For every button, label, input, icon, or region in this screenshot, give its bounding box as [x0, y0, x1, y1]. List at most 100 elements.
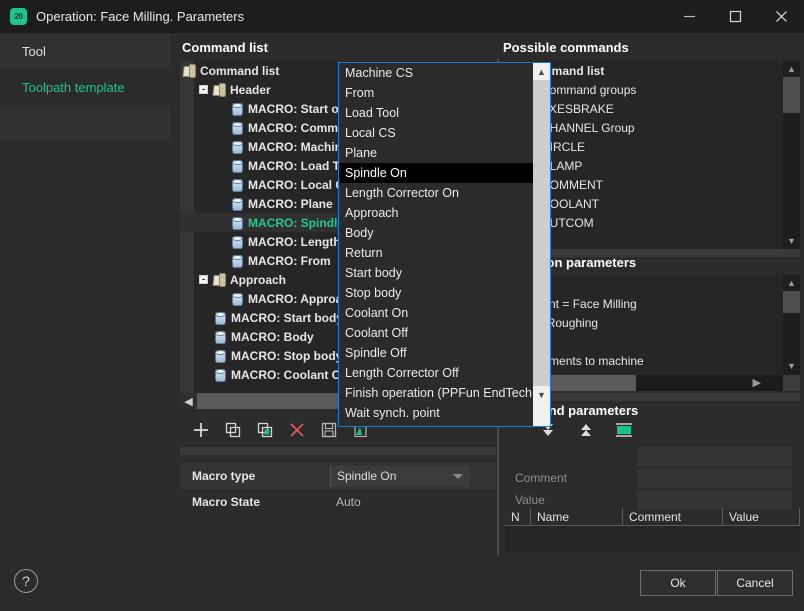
- dropdown-options: Machine CSFromLoad ToolLocal CSPlaneSpin…: [339, 63, 535, 426]
- scroll-up-icon[interactable]: ▲: [533, 63, 550, 80]
- param-value-label: Value: [501, 493, 637, 507]
- table-body[interactable]: [505, 526, 800, 552]
- dropdown-option[interactable]: Wait synch. point: [339, 403, 535, 423]
- parameters-table: NNameCommentValue: [505, 508, 800, 553]
- possible-command-label: Command groups: [541, 83, 636, 97]
- dropdown-option[interactable]: Length Corrector Off: [339, 363, 535, 383]
- expander-icon[interactable]: -: [199, 275, 208, 284]
- dropdown-option[interactable]: Stop body: [339, 283, 535, 303]
- tree-item-label: MACRO: Body: [231, 330, 314, 344]
- expander-icon[interactable]: -: [199, 85, 208, 94]
- macro-type-dropdown[interactable]: Machine CSFromLoad ToolLocal CSPlaneSpin…: [338, 62, 551, 427]
- ok-button[interactable]: Ok: [640, 570, 716, 596]
- scroll-thumb[interactable]: [533, 80, 550, 386]
- tree-item-label: MACRO: Coolant Off: [231, 368, 349, 382]
- scroll-up-icon[interactable]: ▲: [783, 61, 800, 77]
- tree-item-label: Command list: [200, 64, 279, 78]
- scroll-down-icon[interactable]: ▼: [783, 358, 800, 374]
- scroll-track[interactable]: ▶: [636, 375, 783, 391]
- scroll-thumb[interactable]: [783, 291, 800, 313]
- scroll-down-icon[interactable]: ▼: [533, 386, 550, 403]
- scroll-icon: [212, 273, 225, 286]
- table-column-header[interactable]: Name: [531, 508, 623, 525]
- dropdown-option[interactable]: Start body: [339, 263, 535, 283]
- macro-icon: [230, 178, 242, 191]
- macro-icon: [213, 330, 225, 343]
- scroll-thumb[interactable]: [783, 77, 800, 113]
- window-controls: [666, 0, 804, 33]
- tree-item-label: Header: [230, 83, 271, 97]
- param-row-name: [501, 445, 800, 467]
- paste-icon[interactable]: [252, 418, 278, 442]
- tree-item-label: MACRO: Plane: [248, 197, 333, 211]
- scroll-track[interactable]: [783, 313, 800, 358]
- move-up-icon[interactable]: [573, 418, 599, 442]
- param-value-input[interactable]: [637, 491, 792, 510]
- dropdown-option[interactable]: Body: [339, 223, 535, 243]
- close-icon[interactable]: [758, 0, 804, 33]
- dropdown-option[interactable]: From: [339, 83, 535, 103]
- scroll-icon: [182, 64, 195, 77]
- macro-icon: [230, 102, 242, 115]
- add-icon[interactable]: [188, 418, 214, 442]
- tree-item-label: MACRO: Local CS: [248, 178, 352, 192]
- macro-type-label: Macro type: [180, 469, 330, 483]
- macro-icon: [230, 159, 242, 172]
- copy-icon[interactable]: [220, 418, 246, 442]
- delete-icon[interactable]: [284, 418, 310, 442]
- macro-icon: [230, 254, 242, 267]
- possible-commands-vscrollbar[interactable]: ▲ ▼: [783, 61, 800, 249]
- dropdown-option[interactable]: Coolant Off: [339, 323, 535, 343]
- param-name-input[interactable]: [637, 447, 792, 466]
- scroll-left-icon[interactable]: ◀: [180, 393, 197, 409]
- scroll-icon: [212, 83, 225, 96]
- possible-command-label: AXESBRAKE: [541, 102, 614, 116]
- cancel-button[interactable]: Cancel: [717, 570, 793, 596]
- table-column-header[interactable]: Comment: [623, 508, 723, 525]
- dropdown-option[interactable]: Machine CS: [339, 63, 535, 83]
- tree-item-label: MACRO: Stop body: [231, 349, 342, 363]
- param-comment-input[interactable]: [637, 469, 792, 488]
- tree-item-label: MACRO: Start body: [231, 311, 343, 325]
- macro-state-row: Macro State Auto: [180, 489, 496, 515]
- table-column-header[interactable]: Value: [723, 508, 800, 525]
- dropdown-option[interactable]: Load Tool: [339, 103, 535, 123]
- dropdown-option[interactable]: Spindle Off: [339, 343, 535, 363]
- macro-state-label: Macro State: [180, 495, 330, 509]
- possible-commands-title: Possible commands: [501, 33, 804, 61]
- scroll-up-icon[interactable]: ▲: [783, 275, 800, 291]
- minimize-icon[interactable]: [666, 0, 712, 33]
- macro-icon: [230, 292, 242, 305]
- scroll-down-icon[interactable]: ▼: [783, 233, 800, 249]
- macro-icon: [213, 368, 225, 381]
- dropdown-option[interactable]: Local CS: [339, 123, 535, 143]
- sidebar-item-tool[interactable]: Tool: [0, 33, 170, 69]
- dropdown-scrollbar[interactable]: ▲ ▼: [533, 63, 550, 426]
- command-parameters-fields: Comment Value: [501, 445, 800, 511]
- chevron-down-icon[interactable]: [453, 474, 463, 479]
- macro-icon: [230, 197, 242, 210]
- scroll-right-icon[interactable]: ▶: [753, 376, 761, 389]
- param-comment-label: Comment: [501, 471, 637, 485]
- panel-scrollbar[interactable]: [180, 447, 496, 455]
- sidebar-item-toolpath-template[interactable]: Toolpath template: [0, 69, 170, 105]
- scroll-track[interactable]: [783, 113, 800, 233]
- table-column-header[interactable]: N: [505, 508, 531, 525]
- macro-icon: [230, 121, 242, 134]
- dropdown-option[interactable]: Return: [339, 243, 535, 263]
- dropdown-option[interactable]: Finish operation (PPFun EndTech...: [339, 383, 535, 403]
- dropdown-option[interactable]: Plane: [339, 143, 535, 163]
- dropdown-option[interactable]: Spindle On: [339, 163, 535, 183]
- operation-parameters-vscrollbar[interactable]: ▲ ▼: [783, 275, 800, 375]
- title-bar: 20 Operation: Face Milling. Parameters: [0, 0, 804, 33]
- footer: ? Ok Cancel: [0, 555, 804, 611]
- dropdown-option[interactable]: Length Corrector On: [339, 183, 535, 203]
- sidebar-filler: [0, 105, 170, 141]
- help-button[interactable]: ?: [14, 569, 38, 593]
- dropdown-option[interactable]: Approach: [339, 203, 535, 223]
- macro-type-combo[interactable]: Spindle On: [330, 466, 470, 487]
- window-title: Operation: Face Milling. Parameters: [36, 9, 244, 24]
- dropdown-option[interactable]: Coolant On: [339, 303, 535, 323]
- insert-icon[interactable]: [611, 418, 637, 442]
- maximize-icon[interactable]: [712, 0, 758, 33]
